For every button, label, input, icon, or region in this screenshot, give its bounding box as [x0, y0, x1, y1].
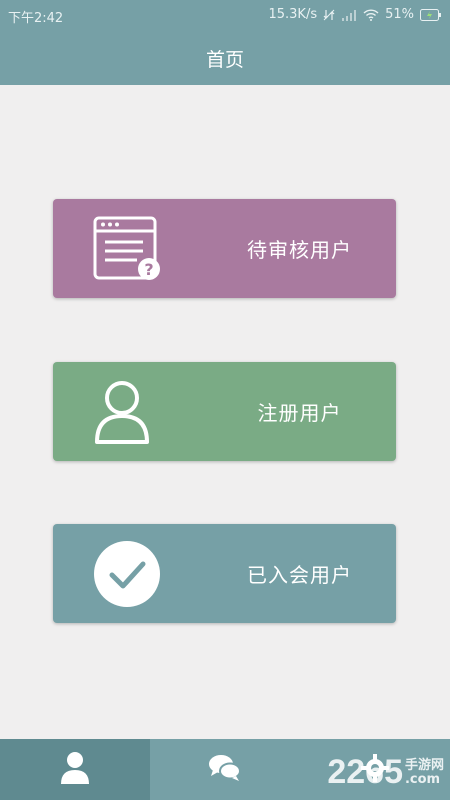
- status-time: 下午2:42: [8, 11, 64, 26]
- chat-icon: [208, 753, 242, 787]
- check-circle-icon: [93, 540, 161, 608]
- app-header: 首页: [0, 32, 450, 85]
- registered-users-card[interactable]: 注册用户: [53, 362, 396, 461]
- wifi-icon: [363, 8, 379, 21]
- svg-text:?: ?: [144, 260, 153, 279]
- data-off-icon: [323, 9, 335, 21]
- network-speed: 15.3K/s: [268, 7, 318, 22]
- site-watermark: 2265 手游网 .com: [327, 753, 444, 792]
- battery-percent: 51%: [385, 7, 414, 22]
- watermark-domain: .com: [404, 771, 441, 787]
- pending-users-card[interactable]: ? 待审核用户: [53, 199, 396, 298]
- registered-users-label: 注册用户: [257, 401, 342, 425]
- signal-icon: [341, 9, 357, 21]
- user-icon: [93, 378, 161, 446]
- pending-users-label: 待审核用户: [247, 238, 352, 262]
- member-users-label: 已入会用户: [247, 563, 352, 587]
- status-right: 15.3K/s 51%: [268, 7, 442, 22]
- watermark-number: 2265: [327, 753, 403, 791]
- pending-review-icon: ?: [93, 215, 161, 283]
- watermark-site-name: 手游网: [404, 757, 444, 773]
- tab-messages[interactable]: [150, 739, 300, 800]
- member-users-card[interactable]: 已入会用户: [53, 524, 396, 623]
- watermark-site: 手游网 .com: [404, 757, 444, 787]
- page-title: 首页: [205, 49, 244, 71]
- battery-icon: [420, 8, 442, 21]
- user-icon: [60, 751, 90, 789]
- tab-users[interactable]: [0, 739, 150, 800]
- status-bar: 下午2:42 15.3K/s 51%: [0, 0, 450, 32]
